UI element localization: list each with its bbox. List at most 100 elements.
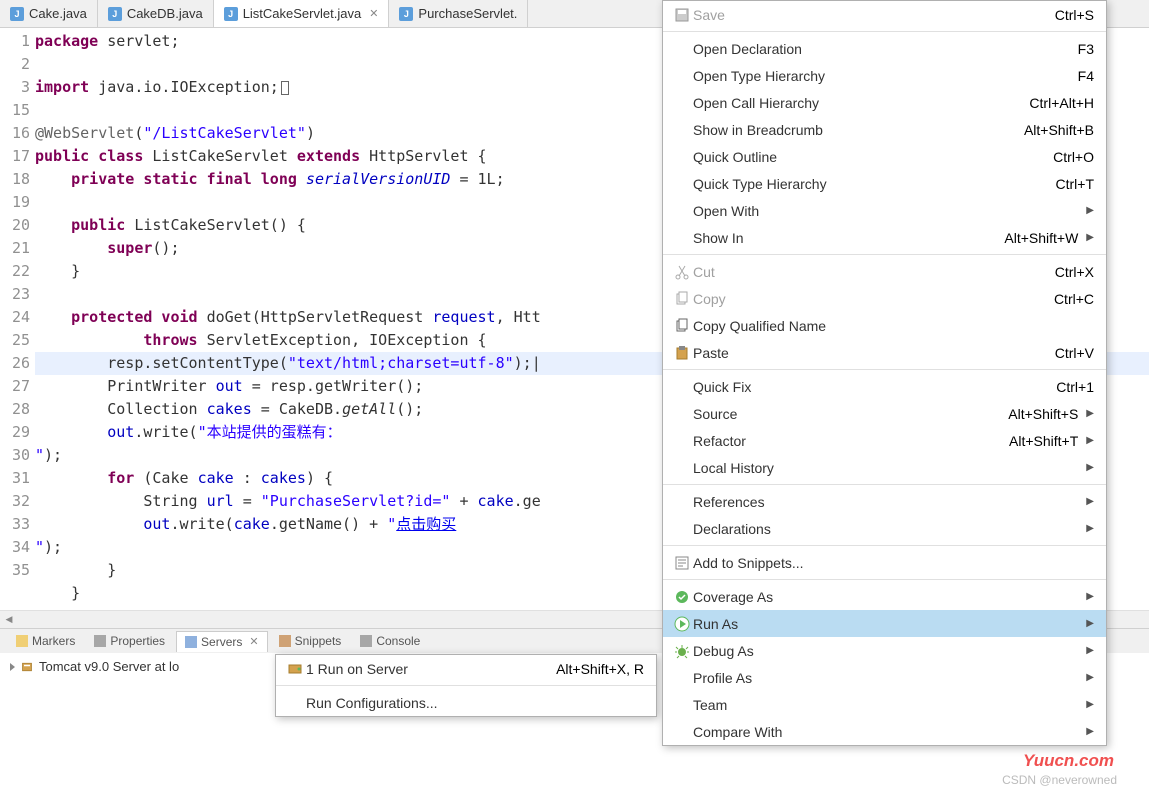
menu-label: Cut <box>693 264 1055 280</box>
tab-label: Cake.java <box>29 6 87 21</box>
bottom-tab-markers[interactable]: Markers <box>8 631 83 651</box>
menu-label: Quick Outline <box>693 149 1053 165</box>
view-icon <box>360 635 372 647</box>
cov-icon <box>671 589 693 605</box>
menu-item-quick-outline[interactable]: Quick OutlineCtrl+O <box>663 143 1106 170</box>
menu-shortcut: Ctrl+T <box>1056 176 1095 192</box>
menu-shortcut: Alt+Shift+T <box>1009 433 1078 449</box>
menu-shortcut: Alt+Shift+S <box>1008 406 1078 422</box>
submenu-arrow-icon: ▶ <box>1086 462 1094 473</box>
menu-item-copy-qualified-name[interactable]: Copy Qualified Name <box>663 312 1106 339</box>
menu-label: Copy <box>693 291 1054 307</box>
tomcat-server-icon <box>21 661 33 673</box>
editor-tab[interactable]: J CakeDB.java <box>98 0 214 27</box>
server-icon <box>284 661 306 677</box>
menu-item-save[interactable]: SaveCtrl+S <box>663 1 1106 28</box>
menu-item-team[interactable]: Team▶ <box>663 691 1106 718</box>
submenu-arrow-icon: ▶ <box>1086 435 1094 446</box>
menu-item-references[interactable]: References▶ <box>663 488 1106 515</box>
menu-label: Debug As <box>693 643 1078 659</box>
view-icon <box>16 635 28 647</box>
submenu-arrow-icon: ▶ <box>1086 205 1094 216</box>
submenu-arrow-icon: ▶ <box>1086 408 1094 419</box>
menu-label: Profile As <box>693 670 1078 686</box>
bottom-tab-snippets[interactable]: Snippets <box>271 631 350 651</box>
menu-label: Quick Type Hierarchy <box>693 176 1056 192</box>
menu-item-open-declaration[interactable]: Open DeclarationF3 <box>663 35 1106 62</box>
menu-shortcut: Ctrl+X <box>1055 264 1094 280</box>
java-file-icon: J <box>224 7 238 21</box>
menu-label: Declarations <box>693 521 1078 537</box>
menu-item-open-call-hierarchy[interactable]: Open Call HierarchyCtrl+Alt+H <box>663 89 1106 116</box>
menu-item-compare-with[interactable]: Compare With▶ <box>663 718 1106 745</box>
menu-shortcut: Ctrl+Alt+H <box>1029 95 1094 111</box>
bottom-tab-servers[interactable]: Servers ✕ <box>176 631 268 652</box>
submenu-arrow-icon: ▶ <box>1086 672 1094 683</box>
context-menu[interactable]: SaveCtrl+SOpen DeclarationF3Open Type Hi… <box>662 0 1107 746</box>
editor-tab[interactable]: J ListCakeServlet.java ✕ <box>214 0 390 27</box>
menu-label: Show In <box>693 230 1004 246</box>
copyq-icon <box>671 318 693 334</box>
menu-item-cut[interactable]: CutCtrl+X <box>663 258 1106 285</box>
menu-label: Add to Snippets... <box>693 555 1094 571</box>
submenu-arrow-icon: ▶ <box>1086 591 1094 602</box>
menu-item-local-history[interactable]: Local History ▶ <box>663 454 1106 481</box>
menu-shortcut: Alt+Shift+B <box>1024 122 1094 138</box>
view-icon <box>185 636 197 648</box>
menu-shortcut: Ctrl+S <box>1055 7 1094 23</box>
tab-label: CakeDB.java <box>127 6 203 21</box>
tab-label: ListCakeServlet.java <box>243 6 362 21</box>
menu-label: Run As <box>693 616 1078 632</box>
menu-item-debug-as[interactable]: Debug As ▶ <box>663 637 1106 664</box>
menu-shortcut: Ctrl+O <box>1053 149 1094 165</box>
menu-shortcut: F3 <box>1078 41 1094 57</box>
menu-item-add-to-snippets-[interactable]: Add to Snippets... <box>663 549 1106 576</box>
menu-item-1-run-on-server[interactable]: 1 Run on ServerAlt+Shift+X, R <box>276 655 656 682</box>
menu-item-paste[interactable]: PasteCtrl+V <box>663 339 1106 366</box>
menu-shortcut: Ctrl+1 <box>1056 379 1094 395</box>
menu-label: Refactor <box>693 433 1009 449</box>
close-icon[interactable]: ✕ <box>249 635 258 648</box>
java-file-icon: J <box>399 7 413 21</box>
menu-shortcut: Alt+Shift+X, R <box>556 661 644 677</box>
expand-icon[interactable] <box>10 663 15 671</box>
menu-item-show-in[interactable]: Show InAlt+Shift+W▶ <box>663 224 1106 251</box>
menu-shortcut: Ctrl+V <box>1055 345 1094 361</box>
run-as-submenu[interactable]: 1 Run on ServerAlt+Shift+X, R Run Configu… <box>275 654 657 717</box>
menu-item-declarations[interactable]: Declarations ▶ <box>663 515 1106 542</box>
menu-item-run-configurations-[interactable]: Run Configurations... <box>276 689 656 716</box>
editor-tab[interactable]: JCake.java <box>0 0 98 27</box>
menu-item-profile-as[interactable]: Profile As ▶ <box>663 664 1106 691</box>
menu-label: Source <box>693 406 1008 422</box>
menu-label: 1 Run on Server <box>306 661 556 677</box>
menu-item-quick-fix[interactable]: Quick FixCtrl+1 <box>663 373 1106 400</box>
tab-label: Properties <box>110 634 165 648</box>
submenu-arrow-icon: ▶ <box>1086 232 1094 243</box>
bottom-tab-console[interactable]: Console <box>352 631 428 651</box>
menu-item-open-with[interactable]: Open With▶ <box>663 197 1106 224</box>
scroll-left-icon[interactable]: ◀ <box>0 612 18 628</box>
menu-label: Show in Breadcrumb <box>693 122 1024 138</box>
menu-item-refactor[interactable]: RefactorAlt+Shift+T ▶ <box>663 427 1106 454</box>
java-file-icon: J <box>108 7 122 21</box>
menu-label: Open Type Hierarchy <box>693 68 1078 84</box>
menu-item-open-type-hierarchy[interactable]: Open Type HierarchyF4 <box>663 62 1106 89</box>
menu-item-quick-type-hierarchy[interactable]: Quick Type HierarchyCtrl+T <box>663 170 1106 197</box>
submenu-arrow-icon: ▶ <box>1086 699 1094 710</box>
submenu-arrow-icon: ▶ <box>1086 523 1094 534</box>
submenu-arrow-icon: ▶ <box>1086 645 1094 656</box>
menu-label: Quick Fix <box>693 379 1056 395</box>
bottom-tab-properties[interactable]: Properties <box>86 631 173 651</box>
run-icon <box>671 616 693 632</box>
editor-tab[interactable]: JPurchaseServlet. <box>389 0 528 27</box>
menu-item-show-in-breadcrumb[interactable]: Show in BreadcrumbAlt+Shift+B <box>663 116 1106 143</box>
close-icon[interactable]: ✕ <box>369 7 378 20</box>
menu-label: Coverage As <box>693 589 1078 605</box>
menu-item-source[interactable]: SourceAlt+Shift+S ▶ <box>663 400 1106 427</box>
cut-icon <box>671 264 693 280</box>
paste-icon <box>671 345 693 361</box>
menu-label: Local History <box>693 460 1078 476</box>
menu-item-copy[interactable]: CopyCtrl+C <box>663 285 1106 312</box>
menu-item-coverage-as[interactable]: Coverage As ▶ <box>663 583 1106 610</box>
menu-item-run-as[interactable]: Run As▶ <box>663 610 1106 637</box>
